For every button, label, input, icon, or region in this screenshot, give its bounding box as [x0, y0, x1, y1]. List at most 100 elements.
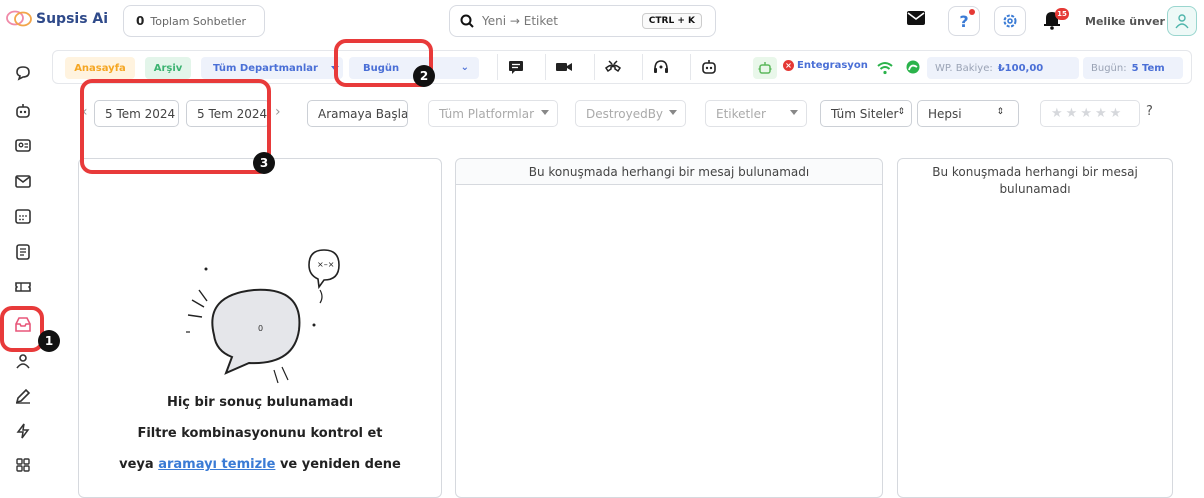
ticket-icon	[15, 282, 31, 292]
status-select[interactable]: Hepsi ⇕	[917, 100, 1019, 127]
search-icon	[460, 14, 474, 28]
sidebar-item-chats[interactable]	[8, 58, 38, 88]
help-button[interactable]: ?	[948, 6, 980, 36]
ai-bot-status-button[interactable]	[753, 57, 777, 79]
user-name[interactable]: Melike ünver	[1085, 15, 1165, 28]
svg-text:0: 0	[258, 324, 263, 333]
mail-button[interactable]	[906, 10, 926, 30]
empty-state-title: Hiç bir sonuç bulunamadı	[166, 395, 354, 410]
sidebar-item-bots[interactable]	[8, 96, 38, 126]
tab-archive[interactable]: Arşiv	[145, 57, 191, 79]
gear-icon	[1003, 14, 1017, 28]
lightning-icon	[16, 423, 30, 439]
star-icon[interactable]: ★	[1080, 106, 1095, 121]
settings-button[interactable]	[994, 6, 1026, 36]
department-select-value: Tüm Departmanlar	[213, 62, 318, 74]
message-icon	[508, 61, 523, 74]
total-chats-count: 0	[136, 14, 145, 28]
site-select-value: Tüm Siteler	[831, 106, 899, 121]
star-icon[interactable]: ★	[1051, 106, 1066, 121]
search-start-button[interactable]: Aramaya Başla	[307, 100, 408, 127]
wp-balance: WP. Bakiye: ₺100,00	[927, 57, 1079, 79]
star-icon[interactable]: ★	[1095, 106, 1110, 121]
destroyed-by-value: DestroyedBy	[586, 106, 664, 121]
conversation-messages-panel: Bu konuşmada herhangi bir mesaj bulunama…	[455, 158, 883, 498]
mail-icon	[15, 175, 31, 188]
today-value: 5 Tem	[1131, 62, 1165, 74]
user-avatar-icon	[1175, 14, 1189, 29]
grid-icon	[16, 458, 30, 472]
search-start-label: Aramaya Başla	[318, 106, 408, 121]
annotation-badge-3: 3	[253, 152, 275, 174]
platform-select[interactable]: Tüm Platformlar	[428, 100, 558, 127]
messages-header: Bu konuşmada herhangi bir mesaj bulunama…	[456, 159, 882, 185]
sidebar-item-notes[interactable]	[8, 237, 38, 267]
tags-placeholder: Etiketler	[716, 106, 766, 121]
conversation-details-panel: Bu konuşmada herhangi bir mesaj bulunama…	[897, 158, 1173, 498]
annotation-highlight-3	[80, 79, 271, 174]
sidebar	[0, 44, 46, 488]
sidebar-item-tickets[interactable]	[8, 272, 38, 302]
updown-icon: ⇕	[996, 107, 1004, 117]
help-dot-icon	[969, 9, 975, 15]
no-messages-text: Bu konuşmada herhangi bir mesaj bulunama…	[932, 165, 1138, 196]
bot-icon	[16, 104, 30, 118]
phone-hangup-icon	[604, 60, 621, 73]
empty-state-prefix: veya	[119, 457, 154, 472]
messages-filter-button[interactable]	[497, 54, 533, 80]
rating-help[interactable]: ?	[1146, 104, 1153, 119]
video-filter-button[interactable]	[545, 54, 581, 80]
star-icon[interactable]: ★	[1066, 106, 1081, 121]
notification-count-badge: 15	[1055, 8, 1069, 20]
integration-status[interactable]: × Entegrasyon	[783, 60, 868, 71]
department-select[interactable]: Tüm Departmanlar	[201, 57, 343, 79]
sidebar-item-automation[interactable]	[8, 416, 38, 446]
question-icon: ?	[959, 11, 969, 31]
clear-search-link[interactable]: aramayı temizle	[158, 457, 275, 472]
star-icon[interactable]: ★	[1110, 106, 1125, 121]
chevron-down-icon: ⌄	[460, 62, 469, 73]
wifi-icon	[877, 62, 893, 75]
site-select[interactable]: Tüm Siteler ⇕	[820, 100, 912, 127]
global-search[interactable]: Yeni → Etiket CTRL + K	[449, 5, 716, 37]
pen-icon	[15, 388, 31, 404]
whatsapp-icon	[906, 60, 920, 74]
next-date-arrow[interactable]: ›	[275, 104, 281, 120]
call-filter-button[interactable]	[594, 54, 630, 80]
annotation-badge-2: 2	[413, 65, 435, 87]
destroyed-by-select[interactable]: DestroyedBy	[575, 100, 686, 127]
wp-balance-label: WP. Bakiye:	[935, 62, 993, 74]
notifications-button[interactable]: 15	[1042, 8, 1069, 34]
rating-filter[interactable]: ★ ★ ★ ★ ★	[1040, 100, 1140, 127]
error-x-icon: ×	[783, 60, 794, 71]
shortcut-hint: CTRL + K	[641, 13, 702, 29]
bot-filter-button[interactable]	[690, 54, 726, 80]
logo-icon	[6, 10, 32, 27]
annotation-highlight-1	[0, 306, 44, 352]
total-chats-counter: 0 Toplam Sohbetler	[123, 5, 265, 37]
chat-bubble-icon	[16, 66, 30, 81]
contact-card-icon	[15, 139, 31, 152]
no-messages-text: Bu konuşmada herhangi bir mesaj bulunama…	[528, 164, 810, 179]
sidebar-item-edit[interactable]	[8, 381, 38, 411]
platform-select-value: Tüm Platformlar	[439, 106, 535, 121]
avatar[interactable]	[1167, 6, 1197, 36]
envelope-icon	[907, 11, 925, 25]
sidebar-item-contacts[interactable]	[8, 130, 38, 160]
empty-state-suffix: ve yeniden dene	[279, 457, 401, 472]
sidebar-item-mail[interactable]	[8, 166, 38, 196]
annotation-badge-1: 1	[38, 330, 60, 352]
today-label: Bugün:	[1091, 62, 1127, 74]
notes-icon	[16, 244, 30, 260]
tab-home[interactable]: Anasayfa	[65, 57, 135, 79]
support-filter-button[interactable]	[642, 54, 678, 80]
caret-down-icon	[669, 110, 677, 115]
empty-state-action-line: veya aramayı temizle ve yeniden dene	[79, 457, 441, 472]
tags-select[interactable]: Etiketler	[705, 100, 807, 127]
app-logo[interactable]: Supsis Ai	[6, 10, 108, 28]
sidebar-item-apps[interactable]	[8, 450, 38, 480]
integration-label: Entegrasyon	[797, 60, 868, 71]
users-icon	[16, 354, 30, 369]
sidebar-item-calendar[interactable]	[8, 201, 38, 231]
robot-icon	[758, 62, 772, 74]
